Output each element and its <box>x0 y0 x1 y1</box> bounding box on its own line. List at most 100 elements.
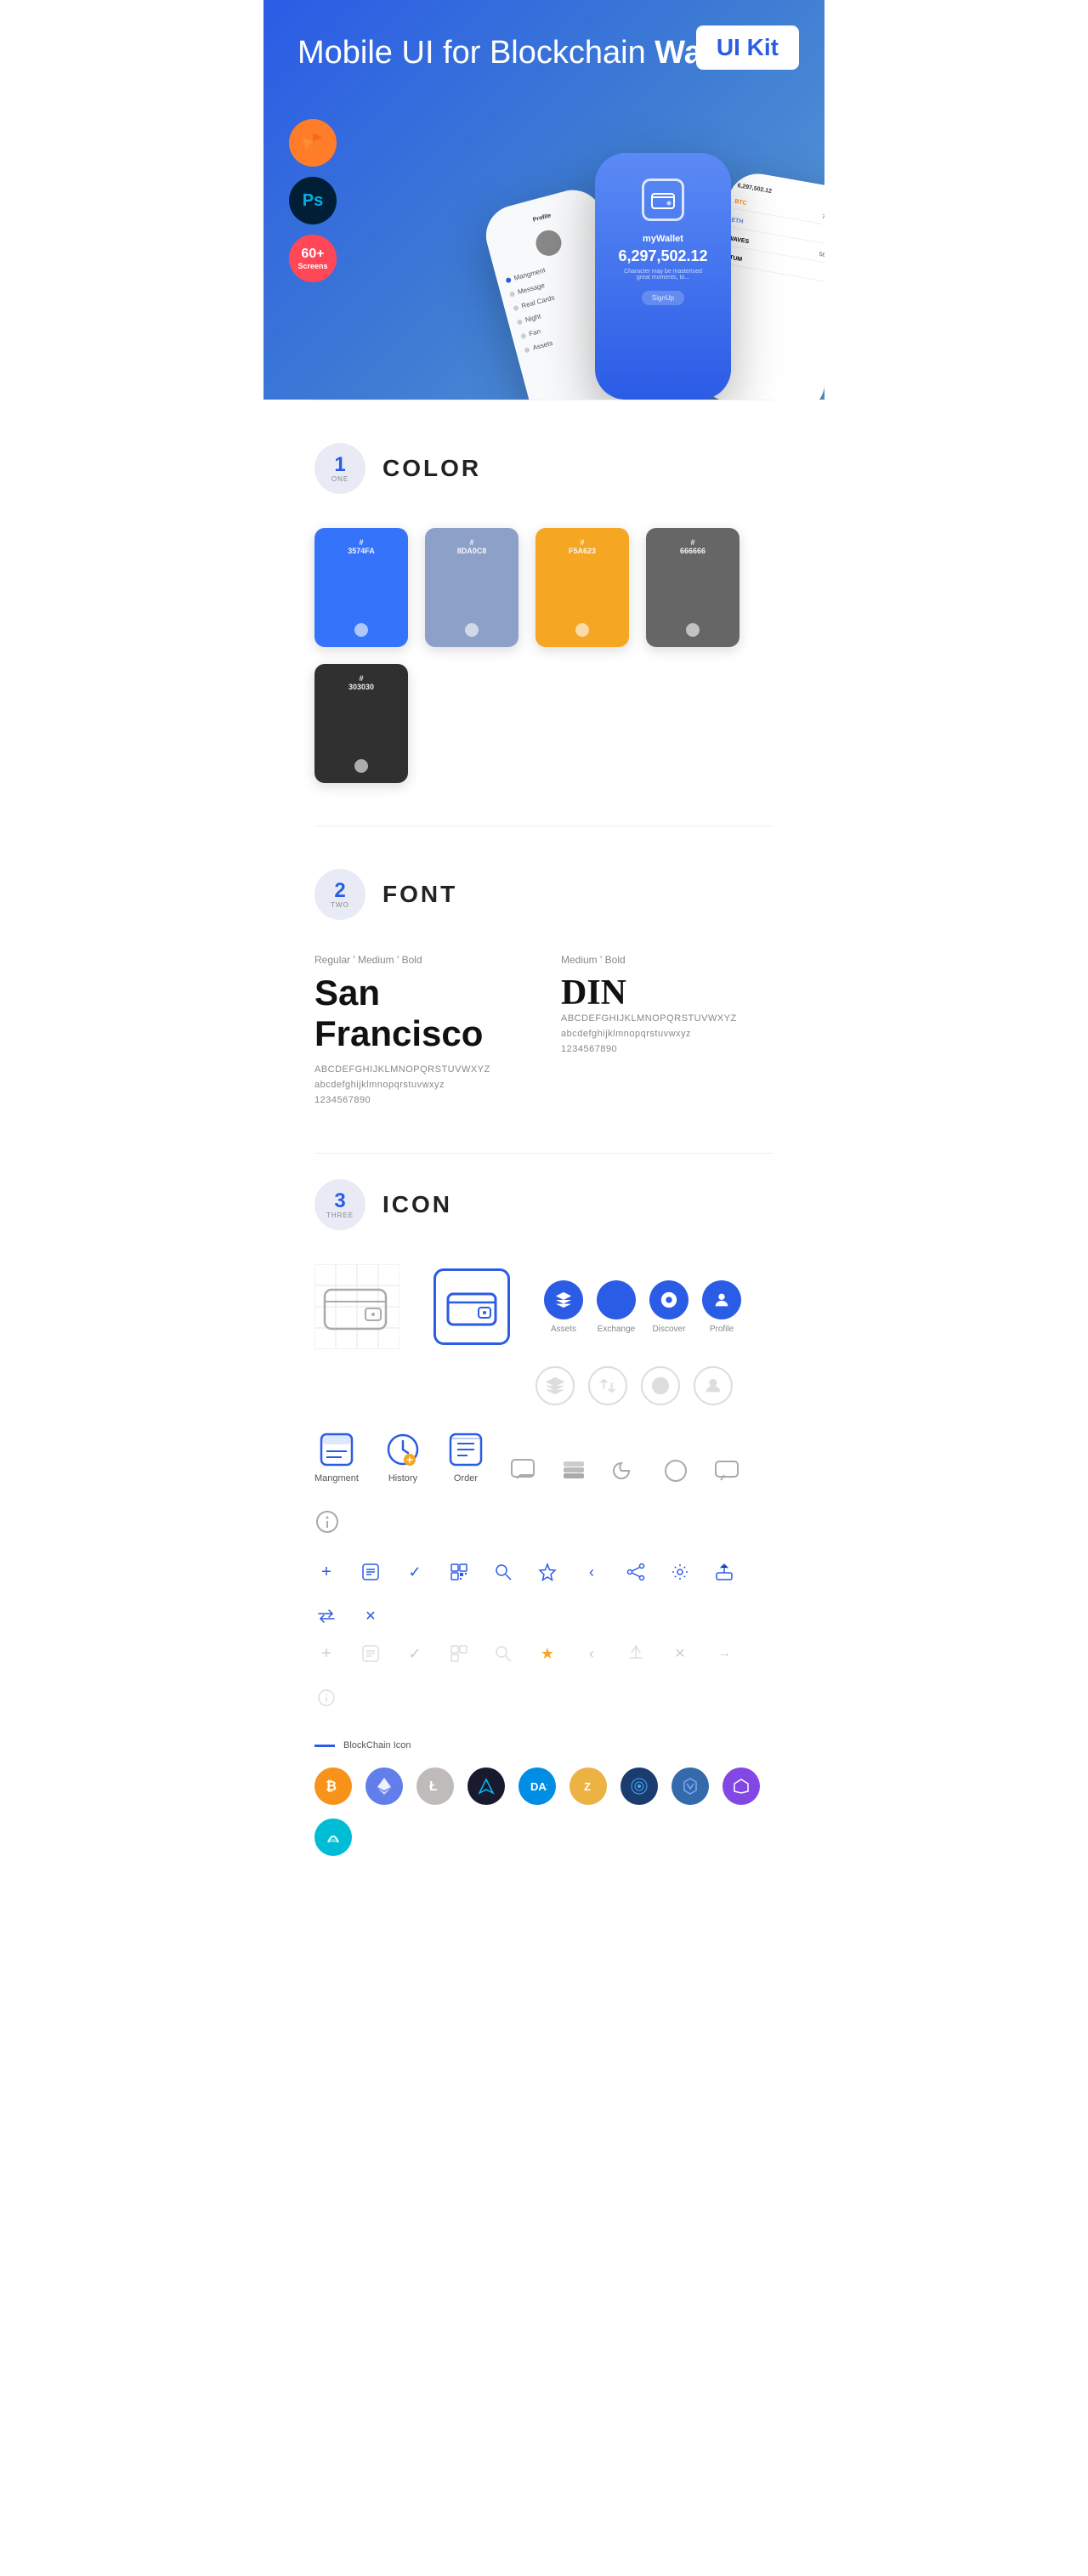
profile-icon-ghost <box>694 1366 733 1405</box>
x-icon-ghost: ✕ <box>668 1642 692 1665</box>
settings-icon <box>668 1560 692 1584</box>
font-title: FONT <box>382 881 457 908</box>
list-icon <box>359 1560 382 1584</box>
blockchain-line <box>314 1745 335 1747</box>
moon-icon <box>612 1458 638 1484</box>
font1-upper: ABCDEFGHIJKLMNOPQRSTUVWXYZ <box>314 1064 527 1075</box>
share-icon <box>624 1560 648 1584</box>
plus-icon: + <box>314 1560 338 1584</box>
svg-text:Z: Z <box>584 1780 591 1793</box>
nav-icons-ghost <box>536 1366 774 1405</box>
ltc-logo: Ł <box>416 1767 454 1805</box>
sketch-badge <box>289 119 337 167</box>
management-icon <box>318 1431 355 1468</box>
hero-badges: Ps 60+Screens <box>289 119 337 282</box>
circle-icon <box>663 1458 688 1484</box>
font-section: 2 TWO FONT Regular ' Medium ' Bold San F… <box>264 826 824 1153</box>
phone-mockups: Profile Mangment Message Real Cards Nigh… <box>502 153 824 400</box>
message-icon <box>714 1458 740 1484</box>
check-icon: ✓ <box>403 1560 427 1584</box>
font1-name: San Francisco <box>314 973 527 1054</box>
assets-icon-item: Assets <box>544 1280 583 1334</box>
qr-icon <box>447 1560 471 1584</box>
assets-icon-ghost <box>536 1366 575 1405</box>
dash-logo: DASH <box>518 1767 556 1805</box>
close-icon: ✕ <box>359 1604 382 1628</box>
color-card-gray: #666666 <box>646 528 740 647</box>
star-icon <box>536 1560 559 1584</box>
arrow-icon-ghost: → <box>712 1642 736 1665</box>
wallet-outline-icon <box>323 1281 391 1332</box>
color-section-header: 1 ONE COLOR <box>314 443 774 494</box>
eth-logo <box>366 1767 403 1805</box>
discover-icon-ghost <box>641 1366 680 1405</box>
phone-center: myWallet 6,297,502.12 Character may be m… <box>595 153 731 400</box>
btc-logo: ₿ <box>314 1767 352 1805</box>
management-icon-item: Mangment <box>314 1431 359 1484</box>
history-icon <box>384 1431 422 1468</box>
list-icon-ghost <box>359 1642 382 1665</box>
font1-lower: abcdefghijklmnopqrstuvwxyz <box>314 1080 527 1090</box>
svg-text:DASH: DASH <box>530 1780 547 1793</box>
share-icon-ghost <box>624 1642 648 1665</box>
star-icon-ghost: ★ <box>536 1642 559 1665</box>
font-section-header: 2 TWO FONT <box>314 869 774 920</box>
tool-icons-row1: + ✓ ‹ ✕ <box>314 1560 774 1628</box>
icon-title: ICON <box>382 1191 452 1218</box>
blockchain-label-row: BlockChain Icon <box>314 1740 774 1750</box>
exchange-icon-filled <box>597 1280 636 1319</box>
font2-style: Medium ' Bold <box>561 954 774 966</box>
ps-badge: Ps <box>289 177 337 224</box>
back-icon: ‹ <box>580 1560 604 1584</box>
font1-nums: 1234567890 <box>314 1095 527 1105</box>
icon-section-header: 3 THREE ICON <box>314 1179 774 1230</box>
discover-label: Discover <box>653 1325 686 1334</box>
history-icon-item: History <box>384 1431 422 1484</box>
zec-logo: Z <box>570 1767 607 1805</box>
font1: Regular ' Medium ' Bold San Francisco AB… <box>314 954 527 1110</box>
wallet-icon-outline-box <box>314 1264 400 1349</box>
info-icon-ghost <box>314 1686 338 1710</box>
font2: Medium ' Bold DIN ABCDEFGHIJKLMNOPQRSTUV… <box>561 954 774 1110</box>
layers-icon <box>561 1458 586 1484</box>
color-card-blue: #3574FA <box>314 528 408 647</box>
color-title: COLOR <box>382 455 481 482</box>
svg-text:₿: ₿ <box>326 1779 337 1794</box>
colors-grid: #3574FA #8DA0C8 #F5A623 #666666 #303030 <box>314 528 774 783</box>
hero-title-normal: Mobile UI for Blockchain <box>298 35 654 71</box>
color-section: 1 ONE COLOR #3574FA #8DA0C8 #F5A623 #666… <box>264 400 824 826</box>
discover-icon-filled <box>649 1280 688 1319</box>
color-card-gray-blue: #8DA0C8 <box>425 528 518 647</box>
xrp-logo <box>672 1767 709 1805</box>
exchange-icon-ghost <box>588 1366 627 1405</box>
profile-icon-item: Profile <box>702 1280 741 1334</box>
order-label: Order <box>454 1473 478 1484</box>
plus-icon-ghost: + <box>314 1642 338 1665</box>
profile-icon-filled <box>702 1280 741 1319</box>
font2-lower: abcdefghijklmnopqrstuvwxyz <box>561 1029 774 1039</box>
history-label: History <box>388 1473 417 1484</box>
color-card-dark: #303030 <box>314 664 408 783</box>
exchange-icon-item: Exchange <box>597 1280 636 1334</box>
info-icon <box>314 1509 340 1535</box>
screens-badge: 60+Screens <box>289 235 337 282</box>
tool-icons-row2: + ✓ ★ ‹ ✕ → <box>314 1642 774 1710</box>
discover-icon-item: Discover <box>649 1280 688 1334</box>
qr-icon-ghost <box>447 1642 471 1665</box>
order-icon <box>447 1431 484 1468</box>
search-icon-ghost <box>491 1642 515 1665</box>
order-icon-item: Order <box>447 1431 484 1484</box>
assets-icon-filled <box>544 1280 583 1319</box>
wings-logo <box>468 1767 505 1805</box>
net-logo <box>620 1767 658 1805</box>
back-icon-ghost: ‹ <box>580 1642 604 1665</box>
chat-icon <box>510 1458 536 1484</box>
fonts-grid: Regular ' Medium ' Bold San Francisco AB… <box>314 954 774 1110</box>
icon-section: 3 THREE ICON <box>264 1154 824 1932</box>
font1-style: Regular ' Medium ' Bold <box>314 954 527 966</box>
search-icon <box>491 1560 515 1584</box>
svg-text:Ł: Ł <box>429 1779 438 1794</box>
assets-label: Assets <box>551 1325 576 1334</box>
font2-upper: ABCDEFGHIJKLMNOPQRSTUVWXYZ <box>561 1013 774 1024</box>
color-card-orange: #F5A623 <box>536 528 629 647</box>
